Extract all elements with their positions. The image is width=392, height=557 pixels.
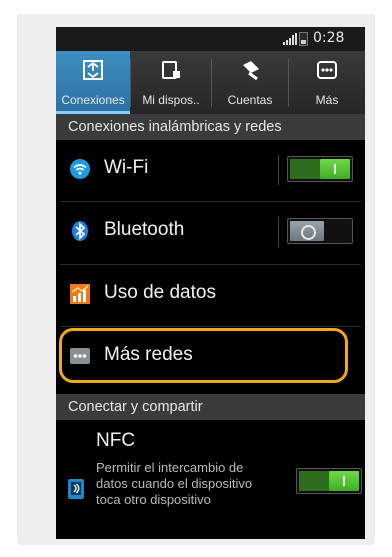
status-bar: 0:28 bbox=[56, 27, 365, 51]
toggle-knob bbox=[290, 221, 324, 241]
nfc-toggle[interactable] bbox=[296, 468, 362, 494]
bluetooth-toggle[interactable] bbox=[287, 218, 353, 244]
more-networks-row[interactable]: Más redes bbox=[56, 327, 365, 387]
accounts-icon bbox=[243, 61, 259, 81]
toggle-track bbox=[299, 471, 329, 491]
connections-icon bbox=[83, 60, 103, 80]
bluetooth-label: Bluetooth bbox=[104, 219, 185, 240]
toggle-track bbox=[290, 159, 320, 179]
tab-label: Mi dispos.. bbox=[142, 93, 200, 107]
section-header-connect-share: Conectar y compartir bbox=[56, 394, 365, 420]
clock: 0:28 bbox=[313, 30, 345, 46]
tab-label: Conexiones bbox=[61, 93, 125, 107]
wifi-label: Wi-Fi bbox=[104, 157, 149, 178]
phone-screen: 0:28 Conexiones Mi dispos.. Cuentas Más … bbox=[56, 27, 365, 539]
wifi-row[interactable]: Wi-Fi bbox=[56, 140, 365, 200]
tab-accounts[interactable]: Cuentas bbox=[212, 51, 288, 114]
tab-more[interactable]: Más bbox=[289, 51, 365, 114]
nfc-description: Permitir el intercambio de datos cuando … bbox=[96, 460, 253, 507]
data-usage-label: Uso de datos bbox=[104, 282, 216, 303]
more-icon bbox=[317, 61, 337, 79]
my-device-icon bbox=[162, 61, 180, 79]
nfc-row[interactable]: NFC Permitir el intercambio de datos cua… bbox=[56, 420, 365, 539]
more-networks-label: Más redes bbox=[104, 344, 193, 365]
battery-icon bbox=[299, 32, 308, 46]
toggle-knob bbox=[320, 159, 350, 179]
nfc-icon bbox=[68, 479, 84, 499]
signal-icon bbox=[283, 33, 297, 45]
data-usage-row[interactable]: Uso de datos bbox=[56, 265, 365, 325]
bluetooth-row[interactable]: Bluetooth bbox=[56, 202, 365, 262]
tab-my-device[interactable]: Mi dispos.. bbox=[131, 51, 211, 114]
tab-connections[interactable]: Conexiones bbox=[56, 51, 130, 114]
tab-label: Cuentas bbox=[227, 93, 273, 107]
more-networks-icon bbox=[70, 348, 90, 364]
toggle-knob bbox=[329, 471, 359, 491]
wifi-icon bbox=[70, 159, 90, 179]
tab-label: Más bbox=[315, 93, 339, 107]
data-usage-icon bbox=[70, 284, 90, 304]
tab-bar: Conexiones Mi dispos.. Cuentas Más bbox=[56, 51, 365, 114]
row-divider bbox=[278, 155, 279, 185]
row-divider bbox=[278, 217, 279, 247]
section-header-wireless: Conexiones inalámbricas y redes bbox=[56, 114, 365, 140]
nfc-label: NFC bbox=[96, 430, 136, 451]
wifi-toggle[interactable] bbox=[287, 156, 353, 182]
bluetooth-icon bbox=[72, 221, 88, 241]
